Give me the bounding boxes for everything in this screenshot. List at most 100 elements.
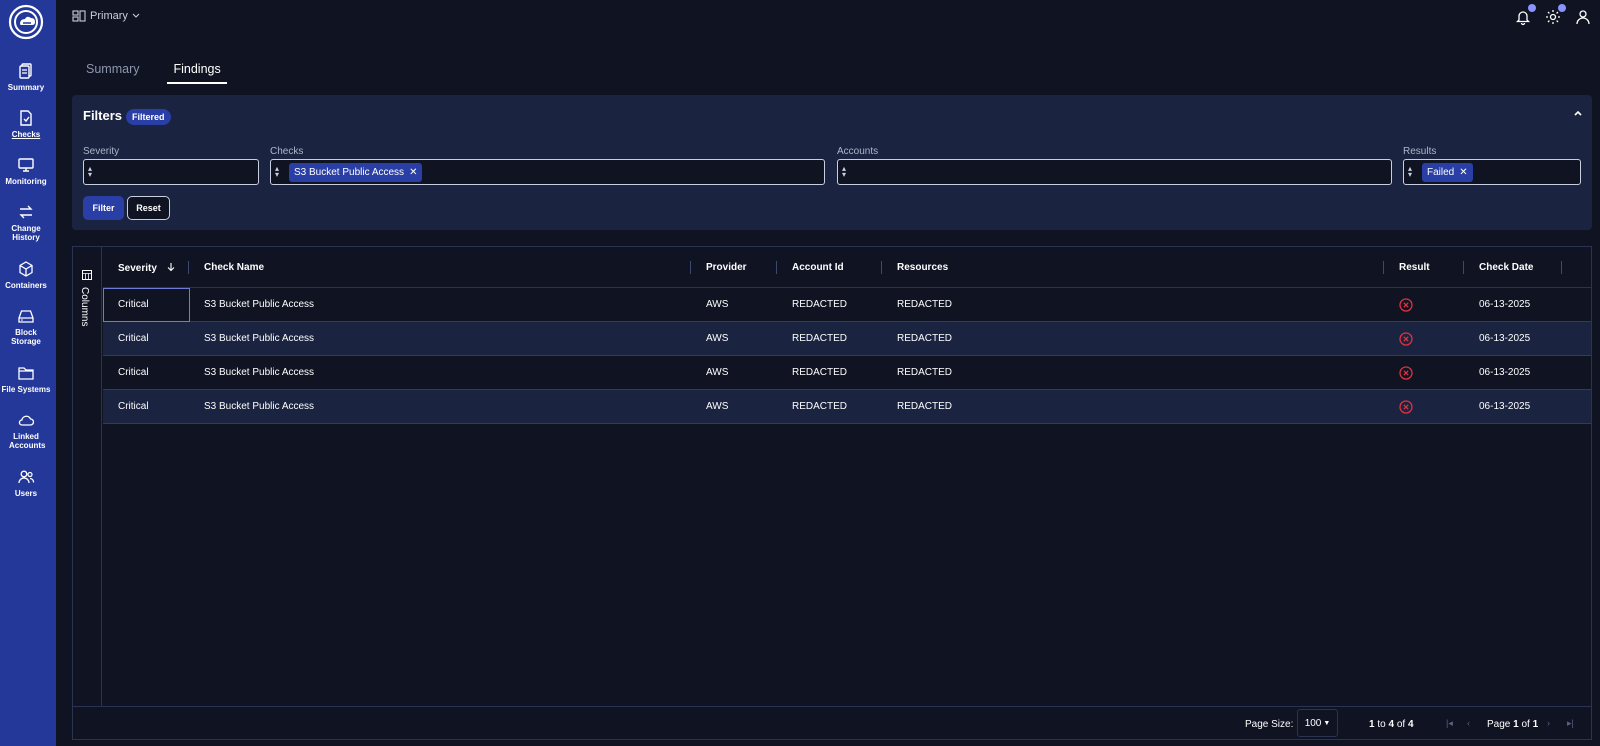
sidebar-item-label: Summary (7, 83, 45, 92)
cell-severity[interactable]: Critical (118, 333, 149, 344)
cell-resources[interactable]: REDACTED (897, 333, 952, 344)
cell-check-name[interactable]: S3 Bucket Public Access (204, 367, 314, 378)
column-separator[interactable] (188, 261, 189, 274)
sidebar-item-summary[interactable]: Summary (0, 62, 52, 92)
results-chip: Failed ✕ (1422, 162, 1473, 182)
cell-check-date[interactable]: 06-13-2025 (1479, 367, 1530, 378)
sidebar-item-monitoring[interactable]: Monitoring (0, 156, 52, 186)
tab-findings[interactable]: Findings (167, 62, 227, 84)
cell-severity[interactable]: Critical (118, 299, 149, 310)
pagination-bar: Page Size: 100 ▼ 1 to 4 of 4 |◂ ‹ Page 1… (73, 706, 1591, 739)
header-provider[interactable]: Provider (706, 262, 747, 273)
cell-check-date[interactable]: 06-13-2025 (1479, 333, 1530, 344)
last-page-icon[interactable]: ▸| (1567, 718, 1574, 729)
table-row[interactable]: Critical S3 Bucket Public Access AWS REDACT… (103, 288, 1591, 322)
sidebar-item-file-systems[interactable]: File Systems (0, 364, 52, 394)
remove-chip-icon[interactable]: ✕ (409, 167, 417, 178)
failed-x-circle-icon (1399, 332, 1413, 346)
next-page-icon[interactable]: › (1547, 718, 1550, 728)
file-check-icon (20, 110, 32, 126)
remove-chip-icon[interactable]: ✕ (1459, 167, 1467, 178)
accounts-select[interactable]: ▴ ▾ (837, 159, 1392, 185)
page-size-select[interactable]: 100 ▼ (1297, 709, 1338, 737)
current-page: 1 (1513, 719, 1519, 730)
settings-button[interactable] (1544, 4, 1566, 26)
sidebar-item-linked-accounts[interactable]: Linked Accounts (0, 411, 52, 450)
cell-resources[interactable]: REDACTED (897, 367, 952, 378)
reset-button[interactable]: Reset (127, 196, 170, 220)
table-row[interactable]: Critical S3 Bucket Public Access AWS REDACT… (103, 322, 1591, 356)
sidebar-item-label: Containers (5, 281, 47, 290)
checks-select[interactable]: ▴ ▾ S3 Bucket Public Access ✕ (270, 159, 825, 185)
sidebar-item-checks[interactable]: Checks (0, 109, 52, 139)
cloud-logo-icon[interactable] (8, 4, 44, 40)
header-resources[interactable]: Resources (897, 262, 948, 273)
monitor-icon (18, 158, 34, 172)
header-result[interactable]: Result (1399, 262, 1430, 273)
cell-check-name[interactable]: S3 Bucket Public Access (204, 299, 314, 310)
sidebar-item-change-history[interactable]: Change History (0, 203, 52, 242)
column-separator[interactable] (776, 261, 777, 274)
page-size-label: Page Size: (1245, 719, 1294, 730)
first-page-icon[interactable]: |◂ (1446, 718, 1453, 729)
cell-resources[interactable]: REDACTED (897, 401, 952, 412)
profile-button[interactable] (1574, 8, 1592, 26)
sidebar-item-users[interactable]: Users (0, 468, 52, 498)
chevron-up-icon[interactable] (1572, 107, 1584, 119)
failed-x-circle-icon (1399, 298, 1413, 312)
filters-title: Filters (83, 108, 123, 123)
table-row[interactable]: Critical S3 Bucket Public Access AWS REDACT… (103, 390, 1591, 424)
cell-account-id[interactable]: REDACTED (792, 367, 847, 378)
cell-severity[interactable]: Critical (118, 367, 149, 378)
top-right-actions (1514, 4, 1592, 26)
column-separator[interactable] (1561, 261, 1562, 274)
accounts-label: Accounts (837, 146, 879, 157)
header-check-date[interactable]: Check Date (1479, 262, 1533, 273)
cell-severity[interactable]: Critical (118, 401, 149, 412)
range-of: of (1396, 719, 1406, 730)
sidebar-item-label: Checks (11, 130, 41, 139)
results-select[interactable]: ▴ ▾ Failed ✕ (1403, 159, 1581, 185)
workspace-selector[interactable]: Primary (72, 10, 140, 22)
chevron-down-icon (132, 13, 140, 18)
cell-provider[interactable]: AWS (706, 401, 728, 412)
cell-check-name[interactable]: S3 Bucket Public Access (204, 333, 314, 344)
column-separator[interactable] (881, 261, 882, 274)
column-separator[interactable] (690, 261, 691, 274)
cell-check-date[interactable]: 06-13-2025 (1479, 299, 1530, 310)
filter-button[interactable]: Filter (83, 196, 124, 220)
notifications-button[interactable] (1514, 4, 1536, 26)
cell-account-id[interactable]: REDACTED (792, 333, 847, 344)
cell-check-name[interactable]: S3 Bucket Public Access (204, 401, 314, 412)
checks-chip: S3 Bucket Public Access ✕ (289, 162, 423, 182)
table-row[interactable]: Critical S3 Bucket Public Access AWS REDACT… (103, 356, 1591, 390)
sidebar-item-block-storage[interactable]: Block Storage (0, 307, 52, 346)
cell-check-date[interactable]: 06-13-2025 (1479, 401, 1530, 412)
settings-dot (1558, 4, 1566, 12)
cell-provider[interactable]: AWS (706, 367, 728, 378)
header-account-id[interactable]: Account Id (792, 262, 844, 273)
range-to: to (1377, 719, 1386, 730)
cell-resources[interactable]: REDACTED (897, 299, 952, 310)
previous-page-icon[interactable]: ‹ (1467, 718, 1470, 728)
chip-label: S3 Bucket Public Access (294, 166, 405, 178)
sidebar-item-containers[interactable]: Containers (0, 260, 52, 290)
cell-provider[interactable]: AWS (706, 299, 728, 310)
column-separator[interactable] (1383, 261, 1384, 274)
column-separator[interactable] (1463, 261, 1464, 274)
severity-select[interactable]: ▴ ▾ (83, 159, 259, 185)
tab-summary[interactable]: Summary (80, 62, 145, 84)
header-check-name[interactable]: Check Name (204, 262, 264, 273)
cell-account-id[interactable]: REDACTED (792, 401, 847, 412)
columns-panel-toggle[interactable]: Columns (73, 247, 102, 707)
range-end: 4 (1388, 719, 1395, 730)
cell-account-id[interactable]: REDACTED (792, 299, 847, 310)
updown-icon: ▴ ▾ (275, 164, 280, 179)
findings-grid: Columns Severity Check Name Provider Acc… (72, 246, 1592, 740)
failed-x-circle-icon (1399, 400, 1413, 414)
cell-provider[interactable]: AWS (706, 333, 728, 344)
header-severity[interactable]: Severity (118, 262, 176, 274)
filters-panel: Filters Filtered Severity ▴ ▾ Checks ▴ ▾ S… (72, 95, 1592, 230)
updown-icon: ▴ ▾ (842, 164, 847, 179)
caret-down-icon: ▼ (1323, 719, 1331, 727)
